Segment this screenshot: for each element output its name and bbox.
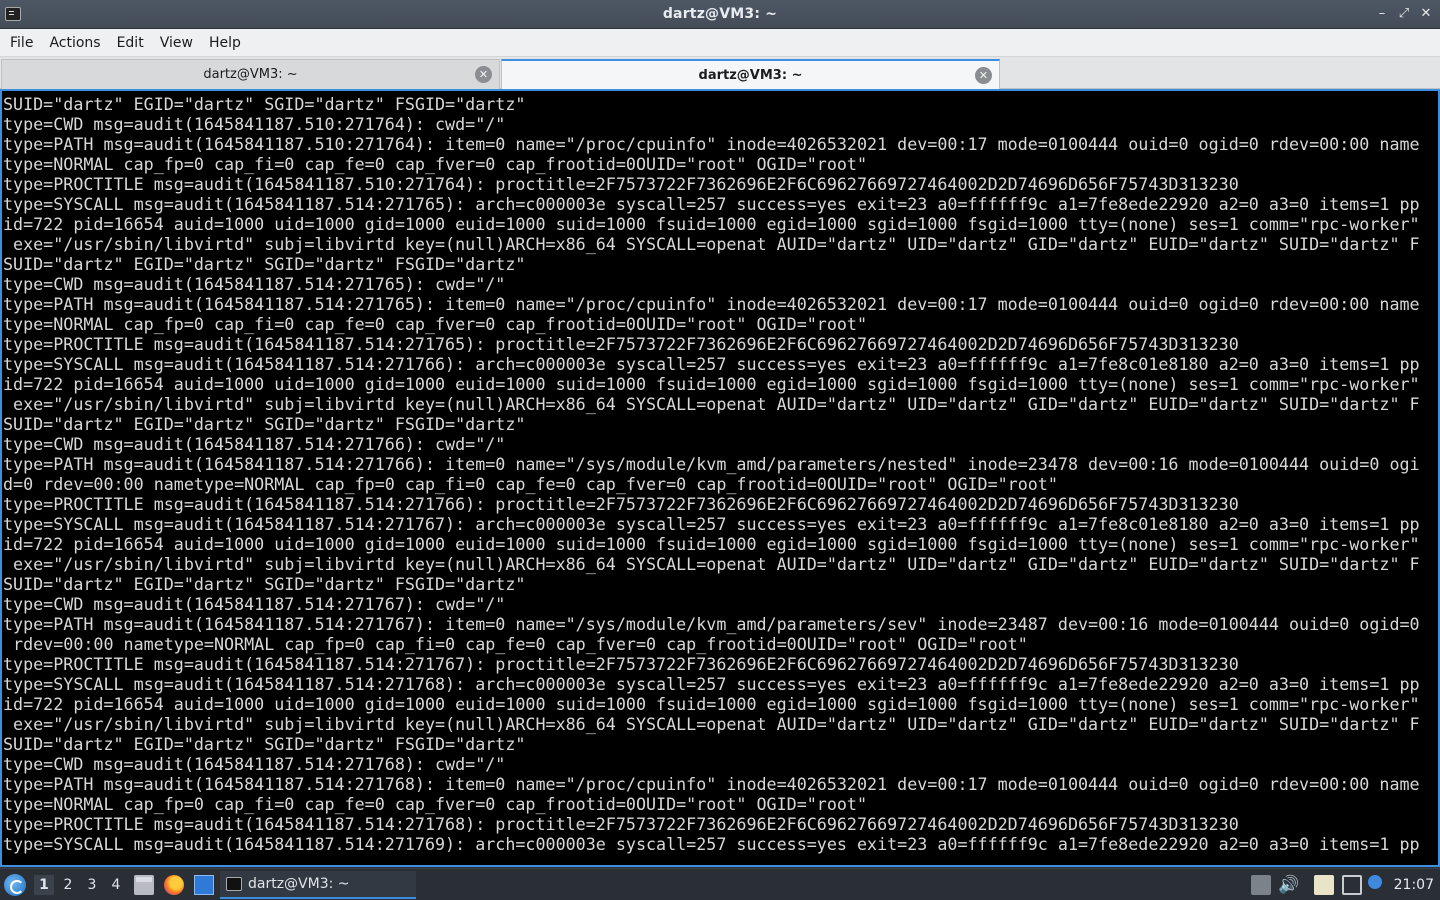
close-icon[interactable]: ✕ bbox=[1418, 6, 1434, 22]
terminal-line: SUID="dartz" EGID="dartz" SGID="dartz" F… bbox=[3, 734, 526, 754]
terminal-line: id=722 pid=16654 auid=1000 uid=1000 gid=… bbox=[3, 374, 1420, 394]
terminal-line: type=PATH msg=audit(1645841187.510:27176… bbox=[3, 134, 1420, 154]
terminal-line: type=PROCTITLE msg=audit(1645841187.514:… bbox=[3, 334, 1239, 354]
terminal-line: type=SYSCALL msg=audit(1645841187.514:27… bbox=[3, 194, 1420, 214]
tab-close-icon[interactable]: ✕ bbox=[975, 67, 992, 84]
terminal-line: type=SYSCALL msg=audit(1645841187.514:27… bbox=[3, 674, 1420, 694]
network-icon[interactable] bbox=[1342, 875, 1362, 895]
desktop-switch-3[interactable]: 3 bbox=[82, 875, 102, 895]
terminal-output: SUID="dartz" EGID="dartz" SGID="dartz" F… bbox=[3, 94, 1420, 854]
volume-icon[interactable]: 🔊 bbox=[1278, 875, 1299, 895]
menu-file[interactable]: File bbox=[2, 35, 41, 51]
terminal-line: type=CWD msg=audit(1645841187.514:271768… bbox=[3, 754, 506, 774]
terminal-line: type=PATH msg=audit(1645841187.514:27176… bbox=[3, 774, 1420, 794]
maximize-icon[interactable]: ⤢ bbox=[1396, 6, 1412, 22]
terminal-line: exe="/usr/sbin/libvirtd" subj=libvirtd k… bbox=[3, 554, 1420, 574]
terminal-line: type=PROCTITLE msg=audit(1645841187.514:… bbox=[3, 814, 1239, 834]
clipboard-icon[interactable] bbox=[1314, 875, 1334, 895]
terminal-line: type=CWD msg=audit(1645841187.514:271767… bbox=[3, 594, 506, 614]
terminal-line: d=0 rdev=00:00 nametype=NORMAL cap_fp=0 … bbox=[3, 474, 1058, 494]
tab-label: dartz@VM3: ~ bbox=[698, 67, 803, 83]
terminal-line: type=CWD msg=audit(1645841187.510:271764… bbox=[3, 114, 506, 134]
terminal-line: type=CWD msg=audit(1645841187.514:271765… bbox=[3, 274, 506, 294]
tab-label: dartz@VM3: ~ bbox=[203, 67, 298, 82]
terminal-line: SUID="dartz" EGID="dartz" SGID="dartz" F… bbox=[3, 414, 526, 434]
terminal-line: SUID="dartz" EGID="dartz" SGID="dartz" F… bbox=[3, 94, 526, 114]
menu-view[interactable]: View bbox=[152, 35, 201, 51]
terminal-line: type=PROCTITLE msg=audit(1645841187.514:… bbox=[3, 494, 1239, 514]
desktop-switch-4[interactable]: 4 bbox=[106, 875, 126, 895]
terminal-view[interactable]: SUID="dartz" EGID="dartz" SGID="dartz" F… bbox=[0, 89, 1440, 867]
terminal-line: id=722 pid=16654 auid=1000 uid=1000 gid=… bbox=[3, 694, 1420, 714]
terminal-line: exe="/usr/sbin/libvirtd" subj=libvirtd k… bbox=[3, 234, 1420, 254]
tray-device-icon[interactable] bbox=[1251, 875, 1271, 895]
taskbar-window-label: dartz@VM3: ~ bbox=[248, 876, 350, 892]
desktop-switch-2[interactable]: 2 bbox=[58, 875, 78, 895]
tab-bar: dartz@VM3: ~ ✕ dartz@VM3: ~ ✕ bbox=[0, 57, 1440, 89]
terminal-line: type=NORMAL cap_fp=0 cap_fi=0 cap_fe=0 c… bbox=[3, 154, 868, 174]
window-controls: – ⤢ ✕ bbox=[1374, 6, 1434, 22]
tab-2[interactable]: dartz@VM3: ~ ✕ bbox=[501, 59, 1000, 89]
menubar: File Actions Edit View Help bbox=[0, 29, 1440, 57]
show-desktop-icon[interactable] bbox=[194, 875, 214, 895]
terminal-line: SUID="dartz" EGID="dartz" SGID="dartz" F… bbox=[3, 574, 526, 594]
start-menu-icon[interactable] bbox=[4, 874, 26, 896]
terminal-line: type=CWD msg=audit(1645841187.514:271766… bbox=[3, 434, 506, 454]
terminal-line: type=PROCTITLE msg=audit(1645841187.510:… bbox=[3, 174, 1239, 194]
firefox-icon[interactable] bbox=[164, 875, 184, 895]
desktop-switch-1[interactable]: 1 bbox=[34, 875, 54, 895]
taskbar: 1 2 3 4 dartz@VM3: ~ 🔊 21:07 bbox=[0, 868, 1440, 900]
terminal-line: type=PATH msg=audit(1645841187.514:27176… bbox=[3, 454, 1420, 474]
terminal-line: id=722 pid=16654 auid=1000 uid=1000 gid=… bbox=[3, 214, 1420, 234]
menu-edit[interactable]: Edit bbox=[109, 35, 152, 51]
taskbar-window-terminal[interactable]: dartz@VM3: ~ bbox=[220, 871, 416, 899]
terminal-icon bbox=[226, 877, 242, 891]
terminal-line: type=NORMAL cap_fp=0 cap_fi=0 cap_fe=0 c… bbox=[3, 794, 868, 814]
menu-help[interactable]: Help bbox=[201, 35, 249, 51]
terminal-line: type=NORMAL cap_fp=0 cap_fi=0 cap_fe=0 c… bbox=[3, 314, 868, 334]
minimize-icon[interactable]: – bbox=[1374, 6, 1390, 22]
tab-close-icon[interactable]: ✕ bbox=[475, 66, 492, 83]
terminal-line: type=SYSCALL msg=audit(1645841187.514:27… bbox=[3, 514, 1420, 534]
files-icon[interactable] bbox=[134, 875, 154, 895]
update-notifier-icon[interactable] bbox=[1368, 875, 1382, 889]
clock[interactable]: 21:07 bbox=[1394, 877, 1434, 893]
terminal-line: rdev=00:00 nametype=NORMAL cap_fp=0 cap_… bbox=[3, 634, 1028, 654]
terminal-line: SUID="dartz" EGID="dartz" SGID="dartz" F… bbox=[3, 254, 526, 274]
terminal-line: type=PATH msg=audit(1645841187.514:27176… bbox=[3, 614, 1420, 634]
terminal-line: type=SYSCALL msg=audit(1645841187.514:27… bbox=[3, 354, 1420, 374]
menu-actions[interactable]: Actions bbox=[41, 35, 108, 51]
terminal-line: type=PATH msg=audit(1645841187.514:27176… bbox=[3, 294, 1420, 314]
terminal-line: id=722 pid=16654 auid=1000 uid=1000 gid=… bbox=[3, 534, 1420, 554]
terminal-line: type=PROCTITLE msg=audit(1645841187.514:… bbox=[3, 654, 1239, 674]
window-titlebar[interactable]: dartz@VM3: ~ – ⤢ ✕ bbox=[0, 0, 1440, 29]
tab-1[interactable]: dartz@VM3: ~ ✕ bbox=[1, 59, 500, 89]
terminal-line: type=SYSCALL msg=audit(1645841187.514:27… bbox=[3, 834, 1420, 854]
terminal-line: exe="/usr/sbin/libvirtd" subj=libvirtd k… bbox=[3, 714, 1420, 734]
terminal-line: exe="/usr/sbin/libvirtd" subj=libvirtd k… bbox=[3, 394, 1420, 414]
window-title: dartz@VM3: ~ bbox=[662, 6, 778, 22]
